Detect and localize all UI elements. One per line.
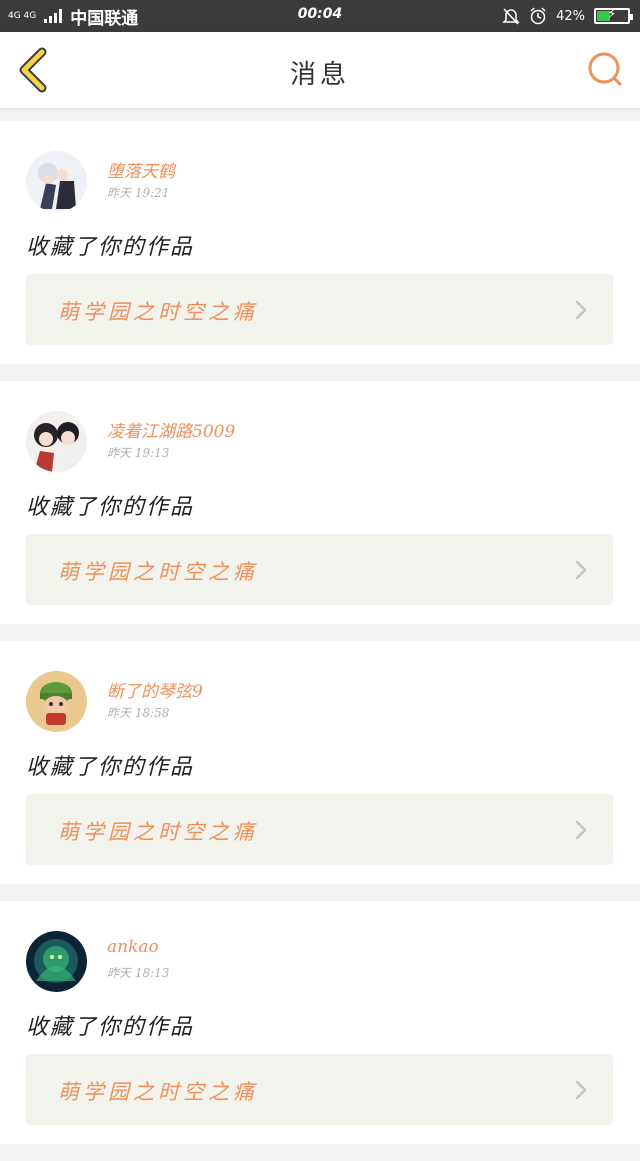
chevron-right-icon [575,560,587,580]
message-card: ankao 昨天 18:13 收藏了你的作品 萌学园之时空之痛 [0,901,640,1144]
chevron-right-icon [575,820,587,840]
work-title: 萌学园之时空之痛 [58,300,258,324]
username[interactable]: ankao [107,937,159,957]
work-link[interactable]: 萌学园之时空之痛 [26,794,613,865]
avatar[interactable] [26,151,87,212]
work-title: 萌学园之时空之痛 [58,820,258,844]
message-time: 昨天 19:13 [107,446,170,460]
work-link[interactable]: 萌学园之时空之痛 [26,274,613,345]
battery-icon: ⚡ [594,7,633,24]
message-time: 昨天 19:21 [107,186,170,200]
avatar[interactable] [26,931,87,992]
username[interactable]: 凌着江湖路5009 [107,417,235,442]
status-right: 42% ⚡ [502,5,633,27]
work-title: 萌学园之时空之痛 [58,1080,258,1104]
work-title: 萌学园之时空之痛 [58,560,258,584]
message-time: 昨天 18:58 [107,706,170,720]
charging-icon: ⚡ [607,7,617,22]
message-action: 收藏了你的作品 [26,1015,195,1040]
message-card: 断了的琴弦9 昨天 18:58 收藏了你的作品 萌学园之时空之痛 [0,641,640,884]
message-action: 收藏了你的作品 [26,235,195,260]
work-link[interactable]: 萌学园之时空之痛 [26,534,613,605]
bell-muted-icon [502,8,520,25]
chevron-right-icon [575,300,587,320]
page-title: 消息 [289,60,350,90]
message-time: 昨天 18:13 [107,966,170,980]
avatar[interactable] [26,411,87,472]
avatar[interactable] [26,671,87,732]
username[interactable]: 堕落天鹤 [107,157,175,182]
status-bar: 4G 4G 中国联通 00:04 42% ⚡ [0,0,640,32]
alarm-icon [530,7,546,25]
message-action: 收藏了你的作品 [26,755,195,780]
message-card: 堕落天鹤 昨天 19:21 收藏了你的作品 萌学园之时空之痛 [0,121,640,364]
message-list: 堕落天鹤 昨天 19:21 收藏了你的作品 萌学园之时空之痛 凌着江湖路5009… [0,121,640,1161]
chevron-right-icon [575,1080,587,1100]
work-link[interactable]: 萌学园之时空之痛 [26,1054,613,1125]
search-icon [588,52,622,86]
message-card: 凌着江湖路5009 昨天 19:13 收藏了你的作品 萌学园之时空之痛 [0,381,640,624]
message-action: 收藏了你的作品 [26,495,195,520]
username[interactable]: 断了的琴弦9 [107,677,203,702]
search-button[interactable] [584,48,628,92]
battery-percent: 42% [556,8,585,24]
app-header: 消息 [0,32,640,109]
